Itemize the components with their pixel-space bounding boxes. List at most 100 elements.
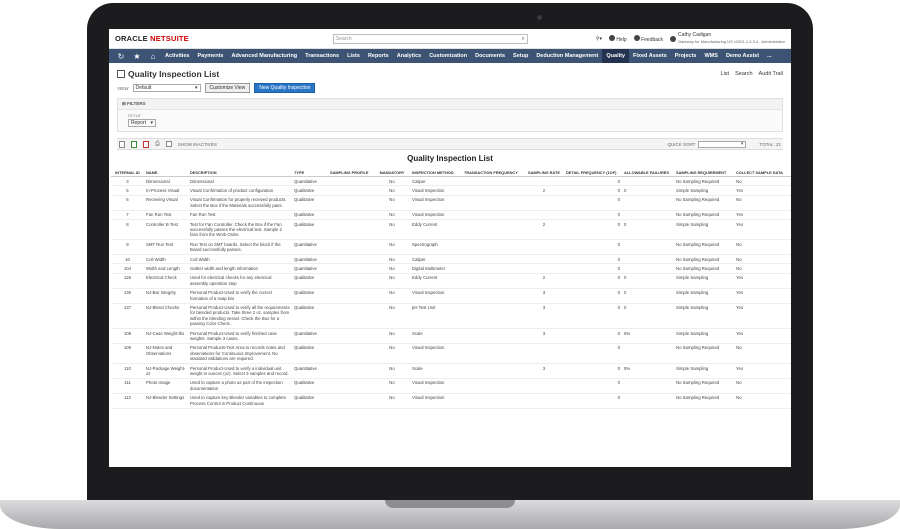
table-cell: No — [734, 393, 791, 409]
column-header[interactable]: INSPECTION METHOD — [410, 169, 462, 177]
table-row[interactable]: 9 SMT Run Test Run Test on SMT boards. Sel… — [111, 239, 791, 256]
table-cell: No — [374, 343, 410, 365]
print-icon[interactable]: ⎙ — [155, 141, 160, 148]
table-row[interactable]: 6 Receiving Visual Visual Confirmation for… — [111, 195, 791, 211]
nav-activities[interactable]: Activities — [161, 49, 193, 63]
search-icon[interactable]: ⌕ — [521, 35, 524, 44]
filters-header[interactable]: ⊞ FILTERS — [118, 99, 782, 110]
table-cell — [462, 254, 524, 265]
table-cell: 0 — [564, 263, 622, 274]
table-row[interactable]: 126 Electrical Check Used for electrical c… — [111, 273, 791, 289]
table-cell — [328, 210, 374, 221]
home-icon[interactable]: ⌂ — [145, 52, 161, 61]
column-header[interactable]: SAMPLING PROFILE — [328, 169, 374, 177]
column-header[interactable]: NAME — [144, 169, 188, 177]
quick-sort-select[interactable] — [698, 140, 747, 148]
netsuite-logo[interactable]: ORACLE NETSUITE — [115, 34, 189, 43]
nav-deduction-management[interactable]: Deduction Management — [532, 49, 602, 63]
nav-projects[interactable]: Projects — [671, 49, 701, 63]
column-header[interactable]: SAMPLING REQUIREMENT — [674, 169, 734, 177]
table-cell — [622, 254, 674, 265]
table-cell: Qualitative — [292, 210, 328, 221]
column-header[interactable]: COLLECT SAMPLE DATA — [734, 169, 791, 177]
table-row[interactable]: 7 Fan Run Test Fan Run Test Qualitative No Vi… — [111, 210, 791, 221]
table-cell: 0 — [564, 343, 622, 365]
search-link[interactable]: Search — [735, 71, 752, 77]
table-cell: 0 — [564, 288, 622, 304]
feedback-link[interactable]: Feedback — [633, 34, 663, 43]
table-row[interactable]: 104 Width and Length Gather width and leng… — [111, 263, 791, 274]
filters-body: STYLE Report — [118, 110, 782, 131]
list-icon — [117, 70, 125, 78]
table-cell: Controller E-Test — [144, 219, 188, 241]
table-cell: 3 — [111, 176, 144, 187]
table-cell: 3 — [524, 328, 564, 344]
recent-icon[interactable]: ↻ — [113, 52, 129, 61]
nav-transactions[interactable]: Transactions — [301, 49, 343, 63]
table-cell: 137 — [111, 303, 144, 330]
column-header[interactable]: DETAIL FREQUENCY (1OF) — [564, 169, 622, 177]
column-header[interactable]: SAMPLING RATE — [524, 169, 564, 177]
help-link[interactable]: Help — [609, 34, 627, 43]
nav-quality[interactable]: Quality — [602, 49, 630, 63]
customize-view-button[interactable]: Customize View — [204, 83, 251, 93]
nav-advanced-manufacturing[interactable]: Advanced Manufacturing — [227, 49, 301, 63]
table-cell — [328, 343, 374, 365]
table-cell — [622, 239, 674, 256]
table-row[interactable]: 5 In-Process Visual Visual Confirmation of… — [111, 185, 791, 196]
nav-analytics[interactable]: Analytics — [393, 49, 425, 63]
nav-demo-assist[interactable]: Demo Assist — [722, 49, 763, 63]
table-cell: No Sampling Required — [674, 343, 734, 365]
nav-reports[interactable]: Reports — [364, 49, 393, 63]
table-row[interactable]: 110 NJ-Package Weight-oz Personal Product-… — [111, 363, 791, 379]
column-header[interactable]: TRANSACTION FREQUENCY — [462, 169, 524, 177]
report-title: Quality Inspection List — [407, 154, 493, 163]
audit-trail-link[interactable]: Audit Trail — [759, 71, 783, 77]
pdf-icon[interactable] — [143, 140, 149, 148]
table-cell: Caliper — [410, 176, 462, 187]
nav-setup[interactable]: Setup — [509, 49, 532, 63]
table-row[interactable]: 108 NJ-Case Weight-lbs Personal Product-Us… — [111, 328, 791, 344]
nav-fixed-assets[interactable]: Fixed Assets — [629, 49, 671, 63]
nav-wms[interactable]: WMS — [700, 49, 721, 63]
table-cell: No — [374, 185, 410, 196]
table-cell — [462, 363, 524, 379]
column-header[interactable]: ALLOWABLE FAILURES — [622, 169, 674, 177]
table-cell: 2 — [524, 273, 564, 289]
nav-more[interactable]: ... — [763, 49, 776, 63]
table-cell — [328, 176, 374, 187]
table-row[interactable]: 109 NJ-Notes and Observations Personal Pro… — [111, 343, 791, 365]
table-row[interactable]: 111 Photo Image Used to capture a photo as… — [111, 378, 791, 394]
column-header[interactable]: DESCRIPTION — [188, 169, 292, 177]
excel-icon[interactable] — [131, 140, 137, 148]
table-row[interactable]: 8 Controller E-Test Test for Fan Controlle… — [111, 219, 791, 241]
table-cell: Visual Inspection — [410, 288, 462, 304]
user-menu[interactable]: Cathy Cadigan Gateway for Manufacturing U… — [670, 32, 785, 44]
column-header[interactable]: INTERNAL ID — [111, 169, 144, 177]
table-cell: Quantitative — [292, 363, 328, 379]
table-row[interactable]: 10 Coil Width Coil Width Quantitative No Cali… — [111, 254, 791, 265]
column-header[interactable]: MANDATORY — [374, 169, 410, 177]
nav-documents[interactable]: Documents — [471, 49, 509, 63]
table-row[interactable]: 3 Dimensional Dimensional Quantitative No Cal… — [111, 176, 791, 187]
recent-records-icon[interactable]: ⚲▾ — [596, 36, 602, 42]
export-icon[interactable] — [119, 140, 125, 148]
table-cell — [622, 343, 674, 365]
table-row[interactable]: 137 NJ-Blend Checks Personal Product-Used … — [111, 303, 791, 330]
nav-payments[interactable]: Payments — [193, 49, 227, 63]
nav-lists[interactable]: Lists — [343, 49, 364, 63]
global-search-input[interactable]: Search ⌕ — [332, 33, 528, 44]
table-cell: No Sampling Required — [674, 210, 734, 221]
column-header[interactable]: TYPE — [292, 169, 328, 177]
table-row[interactable]: 136 NJ-Bar Integrity Personal Product-Used… — [111, 288, 791, 304]
table-cell: 0 — [564, 378, 622, 394]
star-icon[interactable]: ★ — [129, 52, 145, 61]
nav-customization[interactable]: Customization — [425, 49, 471, 63]
list-link[interactable]: List — [721, 71, 730, 77]
show-inactives-checkbox[interactable] — [165, 141, 172, 147]
new-quality-inspection-button[interactable]: New Quality Inspection — [254, 83, 316, 93]
style-select[interactable]: Report — [128, 119, 156, 127]
view-select[interactable]: Default — [132, 84, 201, 92]
table-cell: Quantitative — [292, 176, 328, 187]
table-row[interactable]: 112 NJ-Blender Settings Used to capture ke… — [111, 393, 791, 409]
